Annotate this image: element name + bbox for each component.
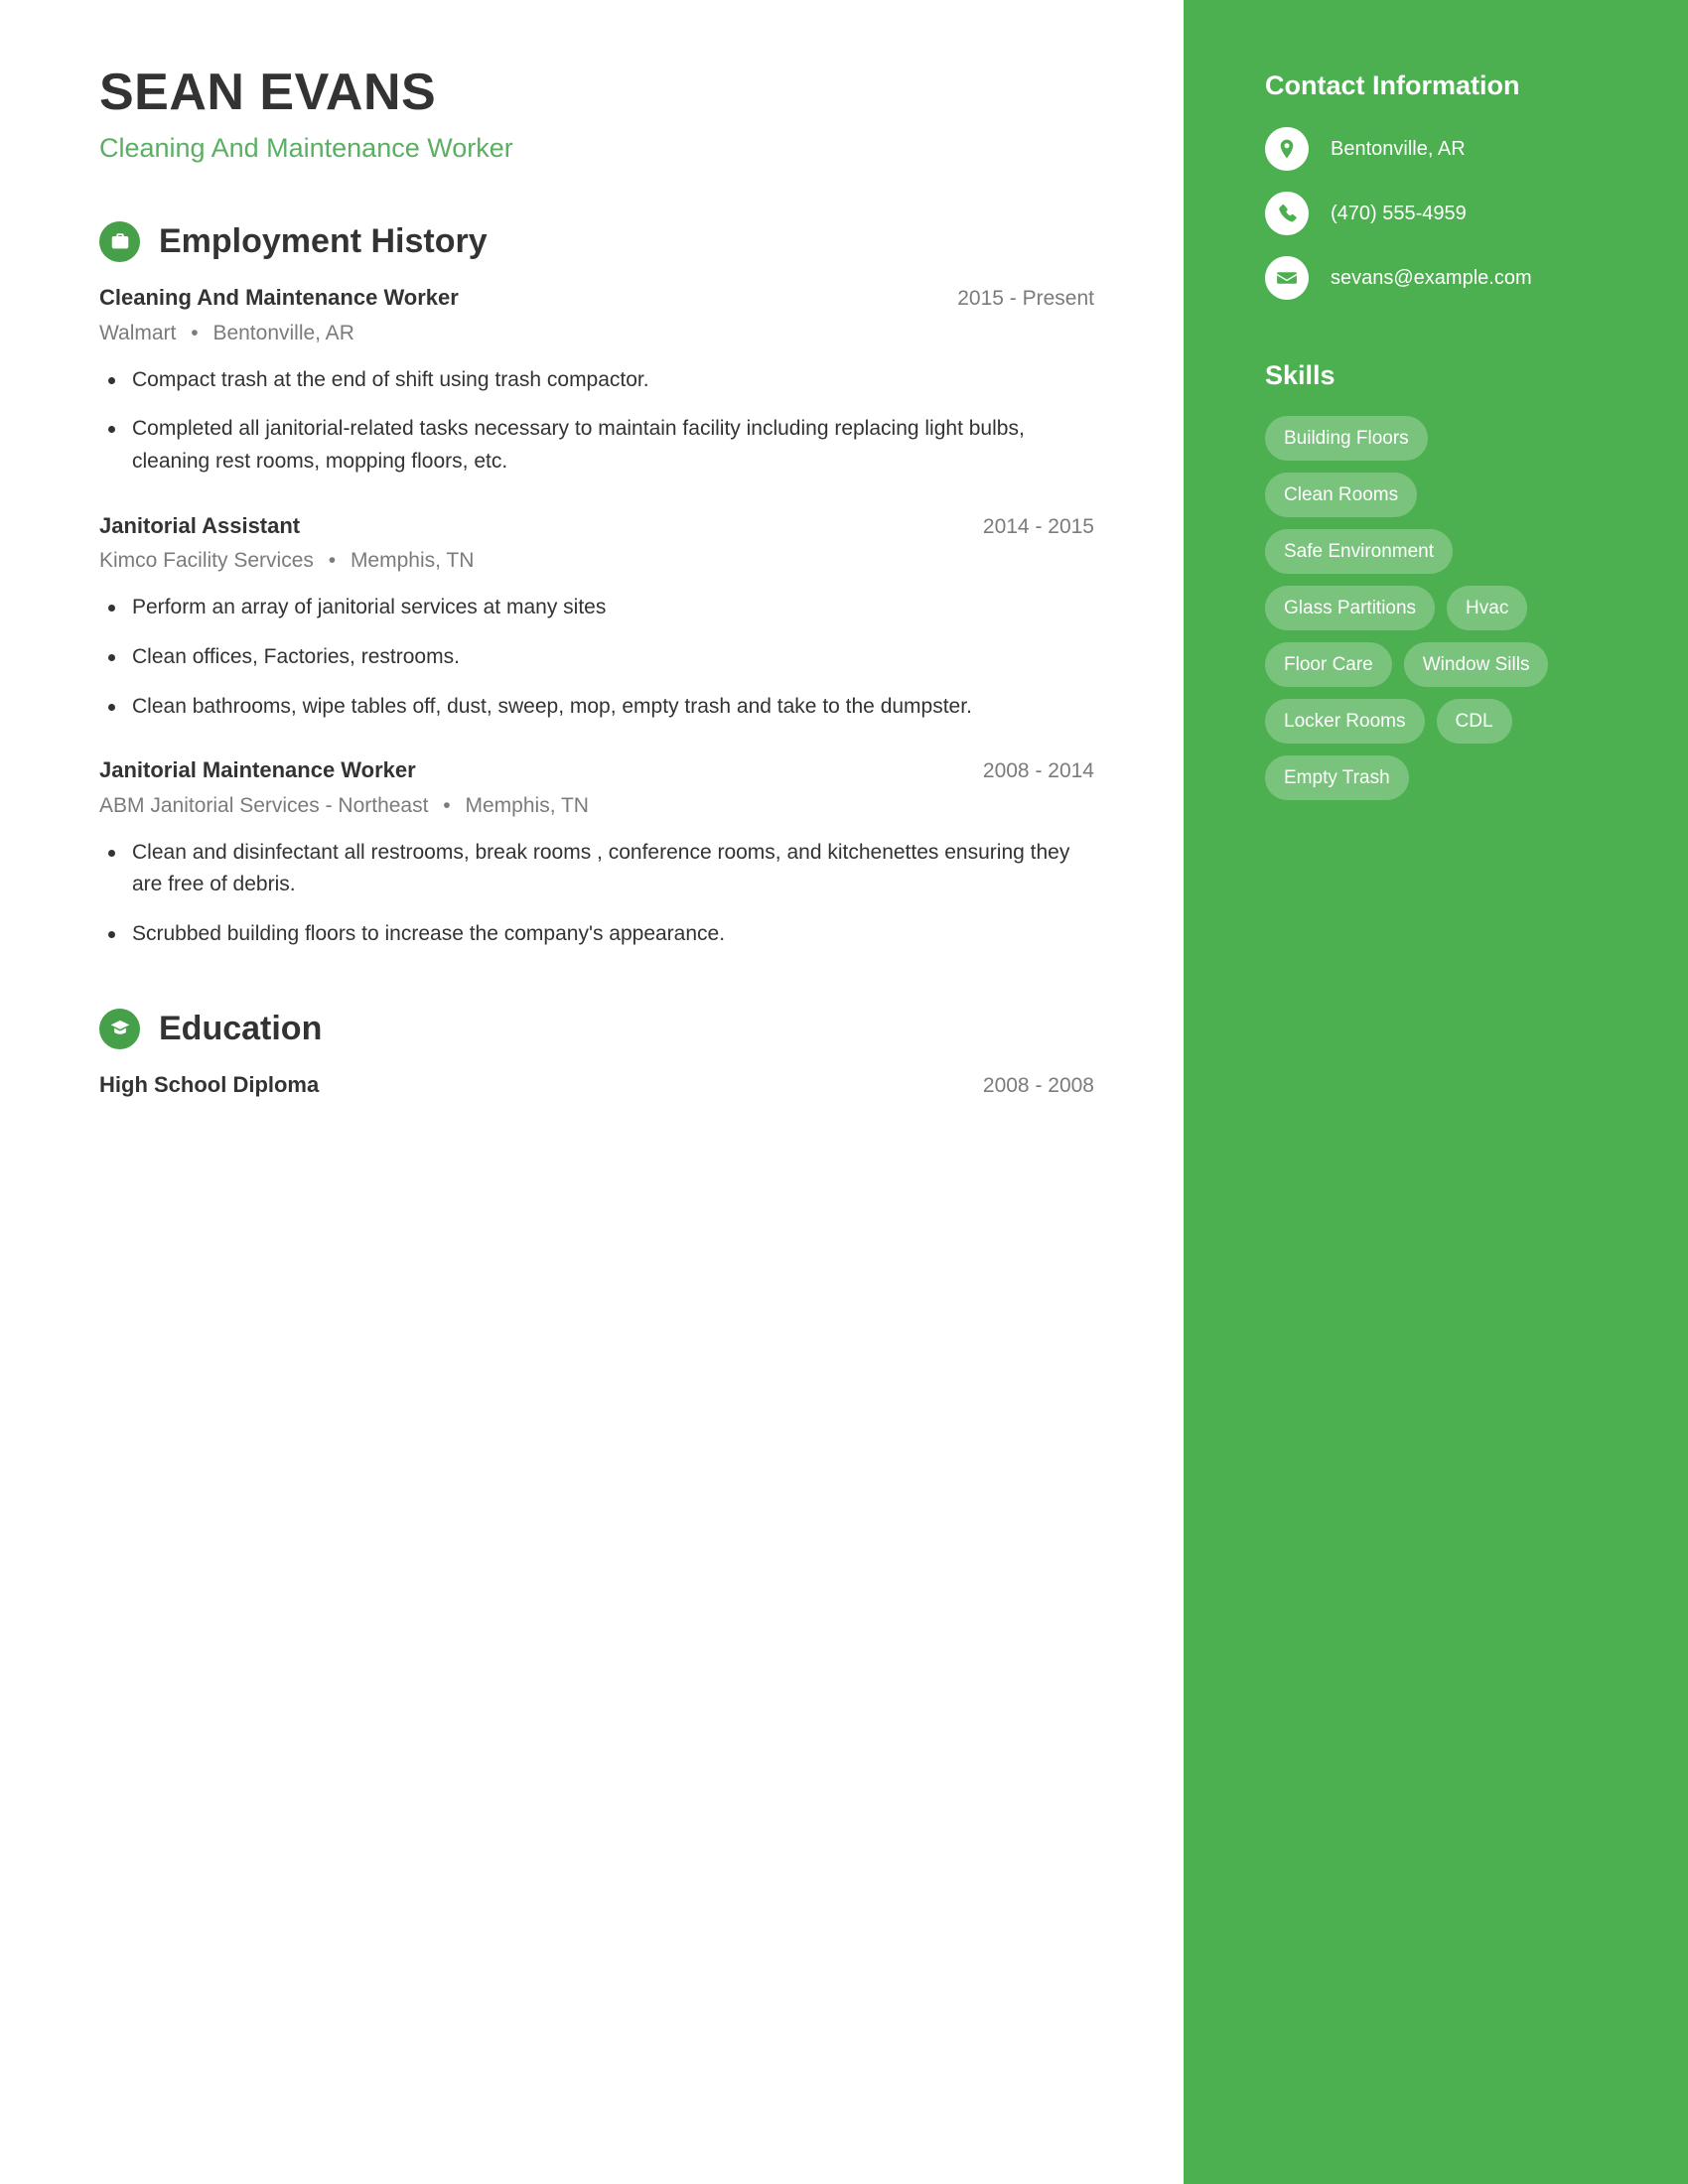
briefcase-icon — [99, 220, 140, 262]
skills-title: Skills — [1265, 360, 1336, 391]
separator-dot: • — [443, 793, 451, 817]
education-entry-date: 2008 - 2008 — [982, 1073, 1094, 1097]
skill-pill: Floor Care — [1265, 641, 1392, 687]
employment-entry-company: Walmart — [99, 321, 177, 344]
employment-entry-date: 2008 - 2014 — [982, 759, 1094, 783]
list-item: Clean offices, Factories, restrooms. — [99, 641, 1094, 674]
list-item: Perform an array of janitorial services … — [99, 592, 1094, 624]
employment-entry-bullets: Clean and disinfectant all restrooms, br… — [99, 837, 1094, 951]
list-item: Completed all janitorial-related tasks n… — [99, 413, 1094, 478]
contact-list: Bentonville, AR (470) 555-4959 sevans@ex… — [1265, 127, 1628, 301]
contact-location-value: Bentonville, AR — [1331, 138, 1466, 161]
employment-entry-location: Memphis, TN — [350, 549, 475, 573]
employment-entry-heading: Janitorial Assistant 2014 - 2015 — [99, 512, 1094, 541]
employment-entry-list: Cleaning And Maintenance Worker 2015 - P… — [99, 284, 1094, 951]
employment-entry-location: Bentonville, AR — [212, 321, 354, 344]
list-item: Clean bathrooms, wipe tables off, dust, … — [99, 691, 1094, 724]
page-title: SEAN EVANS — [99, 64, 437, 121]
skill-pill: Clean Rooms — [1265, 472, 1418, 517]
graduation-cap-icon — [99, 1008, 140, 1049]
employment-entry-title: Janitorial Maintenance Worker — [99, 757, 416, 783]
resume-sidebar: Contact Information Bentonville, AR (470… — [1184, 0, 1688, 2184]
skill-pill: CDL — [1436, 698, 1512, 744]
education-entry: High School Diploma 2008 - 2008 — [99, 1071, 1094, 1100]
list-item: Clean and disinfectant all restrooms, br… — [99, 837, 1094, 901]
header-subtitle: Cleaning And Maintenance Worker — [99, 132, 513, 163]
envelope-icon — [1265, 256, 1309, 301]
employment-entry-location: Memphis, TN — [465, 793, 589, 817]
employment-entry-title: Janitorial Assistant — [99, 512, 301, 538]
separator-dot: • — [328, 549, 337, 573]
employment-history-section: Employment History Cleaning And Maintena… — [99, 220, 1094, 951]
contact-phone-value: (470) 555-4959 — [1331, 203, 1467, 225]
resume-main-column: SEAN EVANS Cleaning And Maintenance Work… — [0, 0, 1184, 2184]
employment-entry-company: Kimco Facility Services — [99, 549, 314, 573]
separator-dot: • — [191, 321, 199, 344]
contact-information-title: Contact Information — [1265, 70, 1520, 100]
education-entry-title: High School Diploma — [99, 1071, 320, 1097]
employment-entry: Cleaning And Maintenance Worker 2015 - P… — [99, 284, 1094, 478]
map-pin-icon — [1265, 127, 1309, 172]
list-item: Compact trash at the end of shift using … — [99, 364, 1094, 397]
contact-email-value: sevans@example.com — [1331, 267, 1532, 290]
employment-entry-date: 2014 - 2015 — [982, 514, 1094, 538]
education-entry-heading: High School Diploma 2008 - 2008 — [99, 1071, 1094, 1100]
skill-pill: Locker Rooms — [1265, 698, 1425, 744]
employment-entry-heading: Cleaning And Maintenance Worker 2015 - P… — [99, 284, 1094, 313]
skill-pill: Hvac — [1447, 585, 1528, 630]
skill-pill: Safe Environment — [1265, 528, 1454, 574]
employment-entry-meta: Walmart • Bentonville, AR — [99, 320, 1094, 346]
skill-pill: Window Sills — [1403, 641, 1549, 687]
employment-entry-meta: Kimco Facility Services • Memphis, TN — [99, 547, 1094, 574]
employment-entry-heading: Janitorial Maintenance Worker 2008 - 201… — [99, 756, 1094, 785]
education-title: Education — [159, 1010, 323, 1048]
employment-entry-date: 2015 - Present — [957, 286, 1094, 310]
phone-icon — [1265, 192, 1309, 236]
list-item: Scrubbed building floors to increase the… — [99, 918, 1094, 951]
skills-list: Building Floors Clean Rooms Safe Environ… — [1265, 415, 1563, 800]
employment-entry-meta: ABM Janitorial Services - Northeast • Me… — [99, 792, 1094, 819]
skill-pill: Empty Trash — [1265, 754, 1409, 800]
skill-pill: Glass Partitions — [1265, 585, 1436, 630]
contact-item-email: sevans@example.com — [1265, 256, 1628, 301]
employment-history-title: Employment History — [159, 222, 488, 261]
contact-item-phone: (470) 555-4959 — [1265, 192, 1628, 236]
education-header: Education — [99, 1008, 1094, 1049]
education-section: Education High School Diploma 2008 - 200… — [99, 1008, 1094, 1100]
employment-entry-bullets: Perform an array of janitorial services … — [99, 592, 1094, 723]
employment-history-header: Employment History — [99, 220, 1094, 262]
employment-entry-company: ABM Janitorial Services - Northeast — [99, 793, 429, 817]
resume-page: SEAN EVANS Cleaning And Maintenance Work… — [0, 0, 1688, 2184]
skill-pill: Building Floors — [1265, 415, 1428, 461]
employment-entry: Janitorial Maintenance Worker 2008 - 201… — [99, 756, 1094, 951]
employment-entry-bullets: Compact trash at the end of shift using … — [99, 364, 1094, 478]
employment-entry-title: Cleaning And Maintenance Worker — [99, 284, 459, 310]
employment-entry: Janitorial Assistant 2014 - 2015 Kimco F… — [99, 512, 1094, 724]
contact-item-location: Bentonville, AR — [1265, 127, 1628, 172]
